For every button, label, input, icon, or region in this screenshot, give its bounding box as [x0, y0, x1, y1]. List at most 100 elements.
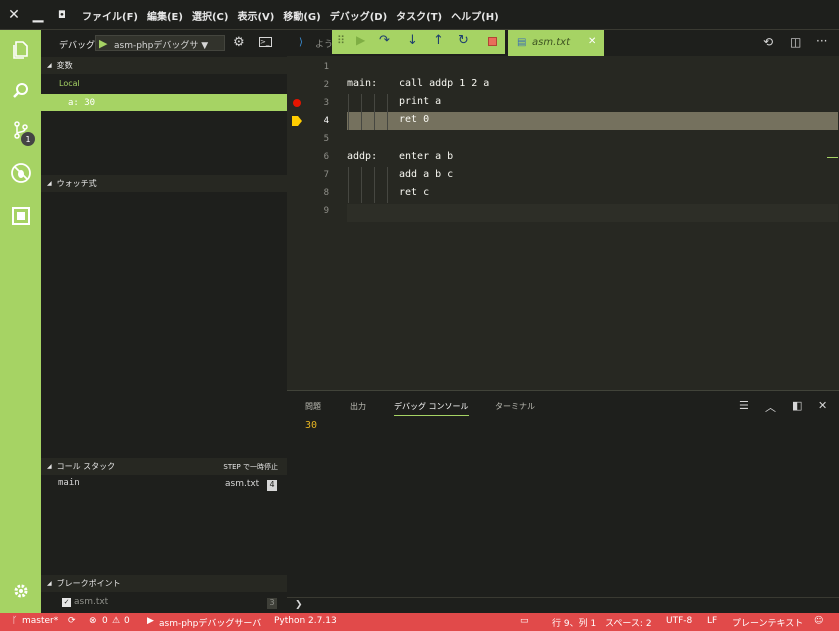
settings-gear-icon[interactable] — [9, 579, 33, 603]
tab-asm-label: asm.txt — [532, 37, 571, 48]
terminal-icon[interactable]: ▭ — [520, 616, 529, 626]
maximize-panel-icon[interactable]: ︿ — [765, 399, 776, 415]
python-version[interactable]: Python 2.7.13 — [274, 616, 337, 626]
maximize-window-icon[interactable]: ◘ — [50, 0, 74, 30]
debug-play-icon: ▶ — [147, 616, 154, 626]
indent-guide — [348, 94, 349, 130]
tab-welcome-label: よう — [315, 40, 334, 50]
error-icon: ⊗ — [89, 616, 97, 626]
menu-bar: ファイル(F) 編集(E) 選択(C) 表示(V) 移動(G) デバッグ(D) … — [82, 0, 508, 30]
overview-ruler-mark — [827, 157, 838, 158]
scope-local[interactable]: Local — [41, 75, 287, 91]
menu-go[interactable]: 移動(G) — [283, 8, 320, 23]
tab-terminal[interactable]: ターミナル — [495, 401, 535, 412]
open-changes-icon[interactable]: ⟲ — [763, 35, 773, 49]
breakpoints-section-header[interactable]: ◢ ブレークポイント — [41, 575, 287, 592]
line-number: 5 — [323, 134, 329, 144]
menu-tasks[interactable]: タスク(T) — [396, 8, 442, 23]
search-icon[interactable] — [9, 79, 33, 103]
breakpoint-item[interactable]: ✓ asm.txt 3 — [41, 595, 287, 611]
clear-console-icon[interactable]: ☰ — [739, 399, 749, 412]
watch-section-header[interactable]: ◢ ウォッチ式 — [41, 175, 287, 192]
callstack-frame[interactable]: main asm.txt 4 — [41, 477, 287, 493]
cursor-line — [347, 204, 838, 222]
console-input[interactable]: ❯ — [287, 597, 839, 613]
indent-guide — [348, 167, 349, 203]
language-mode[interactable]: プレーンテキスト — [732, 616, 803, 629]
minimize-window-icon[interactable]: ▁ — [26, 0, 50, 30]
code-label: main: — [347, 78, 378, 89]
tab-output[interactable]: 出力 — [350, 401, 366, 412]
close-panel-icon[interactable]: ✕ — [818, 399, 827, 412]
drag-handle-icon[interactable]: ⠿ — [337, 34, 345, 47]
indent-guide — [387, 167, 388, 203]
variables-section-header[interactable]: ◢ 変数 — [41, 57, 287, 74]
debug-console-toggle-icon[interactable]: >_ — [259, 37, 272, 47]
menu-help[interactable]: ヘルプ(H) — [451, 8, 499, 23]
menu-debug[interactable]: デバッグ(D) — [330, 8, 387, 23]
bottom-panel: 問題 出力 デバッグ コンソール ターミナル ☰ ︿ ◧ ✕ 30 ❯ — [287, 390, 839, 613]
indent-spaces[interactable]: スペース: 2 — [605, 616, 652, 629]
error-count[interactable]: 0 — [102, 616, 108, 626]
start-debugging-icon[interactable]: ▶ — [99, 37, 107, 50]
warning-count[interactable]: 0 — [124, 616, 130, 626]
cursor-position[interactable]: 行 9、列 1 — [552, 616, 596, 629]
indent-guide — [387, 94, 388, 130]
tab-close-icon[interactable]: ✕ — [588, 36, 596, 47]
split-editor-icon[interactable]: ◫ — [790, 35, 801, 49]
line-number: 6 — [323, 152, 329, 162]
step-out-icon[interactable]: ↑ — [433, 33, 444, 48]
debug-label: デバッグ — [59, 41, 96, 51]
title-bar: ✕ ▁ ◘ ファイル(F) 編集(E) 選択(C) 表示(V) 移動(G) デバ… — [0, 0, 839, 30]
restart-icon[interactable]: ↻ — [458, 33, 469, 48]
stop-icon[interactable] — [488, 37, 497, 46]
callstack-title: コール スタック — [56, 462, 116, 471]
code-text: enter a b — [399, 151, 454, 162]
debug-config-status[interactable]: asm-phpデバッグサーバ — [159, 616, 261, 629]
debug-config-value: asm-phpデバッグサ ▼ — [114, 41, 209, 51]
menu-view[interactable]: 表示(V) — [237, 8, 274, 23]
menu-selection[interactable]: 選択(C) — [192, 8, 228, 23]
panel-position-icon[interactable]: ◧ — [792, 399, 802, 412]
tab-problems[interactable]: 問題 — [305, 401, 321, 412]
encoding[interactable]: UTF-8 — [666, 616, 692, 626]
line-ending[interactable]: LF — [707, 616, 717, 626]
debug-toolbar: デバッグ ▶ asm-phpデバッグサ ▼ ⚙ >_ — [41, 30, 287, 56]
line-number: 7 — [323, 170, 329, 180]
menu-file[interactable]: ファイル(F) — [82, 8, 138, 23]
debug-icon[interactable] — [9, 161, 33, 185]
close-window-icon[interactable]: ✕ — [2, 0, 26, 30]
sync-icon[interactable]: ⟳ — [68, 616, 76, 626]
feedback-smiley-icon[interactable]: ☺ — [814, 616, 823, 626]
indent-guide — [374, 167, 375, 203]
step-into-icon[interactable]: ↓ — [407, 33, 418, 48]
code-text: ret c — [399, 187, 430, 198]
continue-icon[interactable]: ▶ — [356, 33, 365, 47]
branch-name[interactable]: master* — [22, 616, 58, 626]
menu-edit[interactable]: 編集(E) — [147, 8, 183, 23]
code-text: ret 0 — [399, 114, 430, 125]
activity-bar: 1 — [0, 30, 41, 613]
tab-asm[interactable]: ▤ asm.txt ✕ — [508, 30, 604, 56]
file-icon: ▤ — [517, 37, 527, 48]
callstack-section-header[interactable]: ◢ コール スタック STEP で一時停止 — [41, 458, 287, 475]
explorer-icon[interactable] — [9, 37, 33, 61]
variable-item[interactable]: a: 30 — [41, 94, 287, 111]
breakpoint-checkbox[interactable]: ✓ — [62, 598, 71, 607]
callstack-status: STEP で一時停止 — [223, 463, 278, 471]
more-actions-icon[interactable]: ··· — [816, 34, 827, 48]
frame-line-badge: 4 — [267, 480, 277, 491]
debug-sidebar: デバッグ ▶ asm-phpデバッグサ ▼ ⚙ >_ ◢ 変数 Local a: … — [41, 30, 287, 613]
frame-file: asm.txt — [225, 479, 260, 489]
step-over-icon[interactable]: ↷ — [379, 33, 390, 48]
tab-debug-console[interactable]: デバッグ コンソール — [394, 401, 469, 416]
frame-name: main — [58, 478, 80, 488]
tab-welcome[interactable]: ⟩ よう — [287, 30, 333, 56]
debug-config-select[interactable]: ▶ asm-phpデバッグサ ▼ — [95, 35, 225, 51]
code-text: call addp 1 2 a — [399, 78, 490, 89]
debug-settings-gear-icon[interactable]: ⚙ — [233, 35, 245, 50]
line-number: 9 — [323, 206, 329, 216]
line-number: 4 — [323, 116, 329, 126]
indent-guide — [374, 94, 375, 130]
extensions-icon[interactable] — [9, 204, 33, 228]
